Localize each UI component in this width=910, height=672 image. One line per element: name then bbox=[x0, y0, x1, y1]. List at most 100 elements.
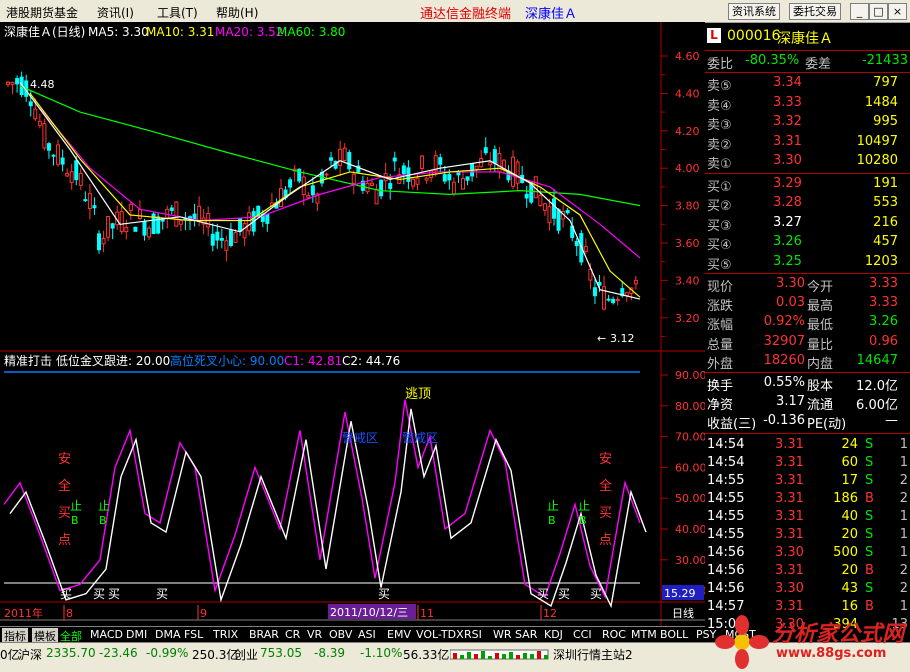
buy-signal-label: 买 bbox=[60, 587, 72, 601]
candle-body bbox=[28, 101, 33, 107]
stat-value: 14647 bbox=[856, 352, 898, 368]
tab-vol-tdx[interactable]: VOL-TDX bbox=[416, 628, 464, 641]
market-bar bbox=[495, 653, 499, 659]
bid-price: 3.27 bbox=[773, 214, 802, 230]
tab-rsi[interactable]: RSI bbox=[464, 628, 482, 641]
status-server[interactable]: 深圳行情主站2 bbox=[553, 646, 633, 663]
candle-body bbox=[169, 207, 174, 211]
separator bbox=[705, 372, 910, 373]
bid-volume: 553 bbox=[873, 195, 898, 210]
ask-row[interactable]: 卖④ 3.33 1484 bbox=[705, 94, 910, 114]
tab-brar[interactable]: BRAR bbox=[249, 628, 279, 641]
tab-emv[interactable]: EMV bbox=[387, 628, 411, 641]
ask-row[interactable]: 卖① 3.30 10280 bbox=[705, 152, 910, 172]
ask-row[interactable]: 卖② 3.31 10497 bbox=[705, 133, 910, 153]
stat-value: 0.96 bbox=[869, 333, 898, 349]
chart-area[interactable]: 4.60 4.40 4.20 4.00 3.80 3.60 3.40 3.20 90.00 80… bbox=[0, 22, 705, 626]
tab-trix[interactable]: TRIX bbox=[213, 628, 238, 641]
chart-title: 深康佳Ａ(日线) bbox=[4, 24, 85, 39]
tab-vr[interactable]: VR bbox=[307, 628, 322, 641]
tab-roc[interactable]: ROC bbox=[602, 628, 626, 641]
menu-item-info[interactable]: 资讯(I) bbox=[97, 4, 134, 21]
low-annotation-arrow: ← bbox=[597, 332, 606, 345]
tab-asi[interactable]: ASI bbox=[358, 628, 376, 641]
candle-body bbox=[33, 108, 38, 120]
stat2-label: 净资 bbox=[707, 398, 734, 414]
bid-volume: 1203 bbox=[864, 253, 898, 269]
minimize-button[interactable]: _ bbox=[850, 3, 869, 20]
candle-body bbox=[233, 232, 238, 243]
candle-body bbox=[65, 172, 70, 177]
tab-macd[interactable]: MACD bbox=[90, 628, 123, 641]
stop-signal-char: B bbox=[579, 514, 587, 527]
tab-cci[interactable]: CCI bbox=[573, 628, 592, 641]
bid-volume: 191 bbox=[873, 175, 898, 191]
candle-body bbox=[74, 160, 79, 181]
tab-sar[interactable]: SAR bbox=[515, 628, 537, 641]
tick-count: 2 bbox=[899, 472, 908, 488]
candle-body bbox=[128, 203, 133, 212]
candle-body bbox=[483, 147, 488, 154]
ask-volume: 10497 bbox=[856, 133, 898, 149]
tab-mtm[interactable]: MTM bbox=[631, 628, 657, 641]
candle-body bbox=[78, 172, 83, 186]
status-sh-label: 沪深 bbox=[18, 648, 43, 662]
buy-signal-label: 买 bbox=[537, 587, 549, 601]
status-cy-label: 创业 bbox=[234, 648, 259, 662]
buy-signal-label: 买 bbox=[558, 587, 570, 601]
safe-buy-char: 点 bbox=[599, 533, 612, 548]
market-bar bbox=[530, 654, 534, 659]
tab-cr[interactable]: CR bbox=[285, 628, 300, 641]
menu-item-futures[interactable]: 港股期货基金 bbox=[6, 4, 78, 21]
tab-dma[interactable]: DMA bbox=[155, 628, 181, 641]
close-button[interactable]: × bbox=[888, 3, 907, 20]
bid-price: 3.29 bbox=[773, 175, 802, 191]
bid-row[interactable]: 买⑤ 3.25 1203 bbox=[705, 253, 910, 273]
bid-row[interactable]: 买② 3.28 553 bbox=[705, 194, 910, 214]
indicator-c1: C1: 42.81 bbox=[284, 354, 342, 368]
bid-row[interactable]: 买① 3.29 191 bbox=[705, 175, 910, 195]
ask-row[interactable]: 卖⑤ 3.34 797 bbox=[705, 74, 910, 94]
quote-panel: L 000016 深康佳Ａ 委比 -80.35% 委差 -21433 卖⑤ 3.34 797 卖④ 3… bbox=[705, 22, 910, 632]
candle-body bbox=[56, 144, 61, 165]
market-bar bbox=[516, 655, 520, 659]
ma60-label: MA60: 3.80 bbox=[277, 25, 345, 39]
candle-body bbox=[615, 298, 620, 301]
stat2-value: 3.17 bbox=[776, 394, 805, 410]
candle-body bbox=[488, 161, 493, 166]
tick-side: S bbox=[865, 544, 874, 560]
tab-obv[interactable]: OBV bbox=[329, 628, 352, 641]
safe-buy-char: 点 bbox=[58, 533, 71, 548]
bid-row[interactable]: 买④ 3.26 457 bbox=[705, 233, 910, 253]
warning-zone-label: 警戒区 bbox=[402, 430, 438, 445]
date-month-11: 11 bbox=[420, 607, 434, 620]
quote-name: 深康佳Ａ bbox=[777, 31, 833, 47]
menu-item-tools[interactable]: 工具(T) bbox=[157, 4, 198, 21]
tab-dmi[interactable]: DMI bbox=[126, 628, 147, 641]
trade-button[interactable]: 委托交易 bbox=[789, 3, 841, 20]
candle-body bbox=[288, 179, 293, 188]
safe-buy-char: 安 bbox=[58, 452, 71, 467]
status-cy-change: -8.39 bbox=[314, 646, 346, 660]
ask-row[interactable]: 卖③ 3.32 995 bbox=[705, 113, 910, 133]
tab-boll[interactable]: BOLL bbox=[660, 628, 688, 641]
stat-value: 32907 bbox=[763, 333, 805, 349]
menu-item-help[interactable]: 帮助(H) bbox=[216, 4, 258, 21]
stat-value: 3.33 bbox=[869, 276, 898, 291]
info-system-button[interactable]: 资讯系统 bbox=[728, 3, 780, 20]
status-sh-value: 2335.70 bbox=[46, 646, 96, 660]
tab-fsl[interactable]: FSL bbox=[184, 628, 203, 641]
tick-volume: 20 bbox=[841, 562, 858, 578]
period-label[interactable]: 日线 bbox=[672, 606, 694, 620]
tab-wr[interactable]: WR bbox=[493, 628, 512, 641]
stat-label: 最高 bbox=[807, 299, 834, 315]
ask-label: 卖⑤ bbox=[707, 79, 732, 94]
bid-row[interactable]: 买③ 3.27 216 bbox=[705, 214, 910, 234]
candle-body bbox=[51, 154, 56, 157]
buy-signal-label: 买 bbox=[156, 587, 168, 601]
date-month-8: 8 bbox=[66, 607, 73, 620]
tick-count: 2 bbox=[899, 490, 908, 506]
tick-volume: 60 bbox=[841, 454, 858, 470]
maximize-button[interactable]: □ bbox=[869, 3, 888, 20]
tab-kdj[interactable]: KDJ bbox=[544, 628, 563, 641]
